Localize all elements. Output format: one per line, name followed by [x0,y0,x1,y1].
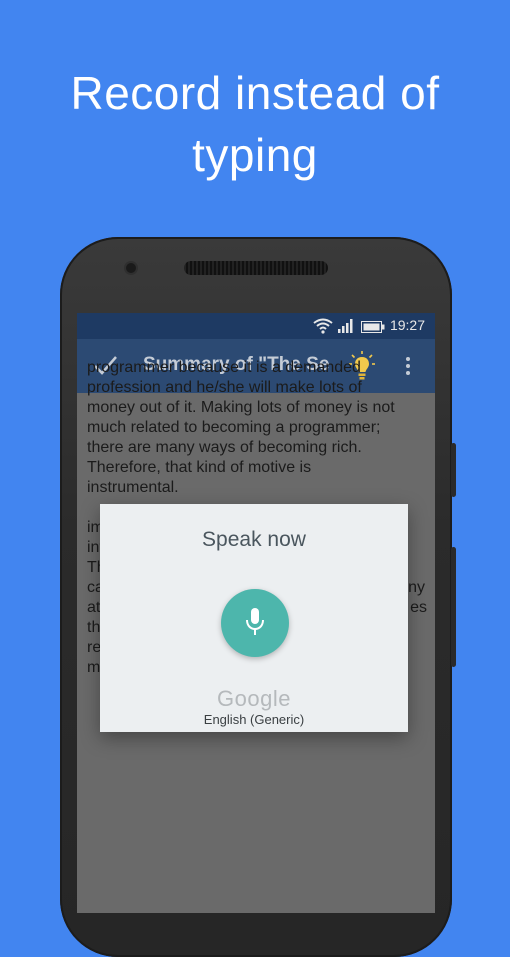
text-line: Therefore, that kind of motive is [87,459,312,476]
headline-line-1: Record instead of [70,67,440,119]
text-line: programmer because it is a demanded [87,359,361,376]
promo-headline: Record instead of typing [0,62,510,186]
microphone-button[interactable] [221,589,289,657]
status-bar: 19:27 [77,313,435,339]
volume-button [451,547,456,667]
text-line: instrumental. [87,479,179,496]
signal-icon [338,319,354,336]
voice-input-dialog: Speak now Google English (Generic) [100,504,408,732]
status-time: 19:27 [389,317,425,333]
power-button [451,443,456,497]
language-label[interactable]: English (Generic) [100,712,408,727]
battery-icon [361,320,385,336]
speak-prompt: Speak now [202,528,306,551]
earpiece-speaker [184,261,328,275]
microphone-icon [246,608,264,635]
text-line-end: es [410,599,427,616]
text-line: there are many ways of becoming rich. [87,439,362,456]
text-line-end: ny [408,579,425,596]
google-logo: Google [217,686,291,711]
headline-line-2: typing [192,129,318,181]
front-camera [126,263,136,273]
paragraph-1: programmer because it is a demanded prof… [87,358,427,498]
text-line: much related to becoming a programmer; [87,419,381,436]
wifi-icon [313,318,333,337]
text-line: profession and he/she will make lots of [87,379,362,396]
text-line: money out of it. Making lots of money is… [87,399,395,416]
